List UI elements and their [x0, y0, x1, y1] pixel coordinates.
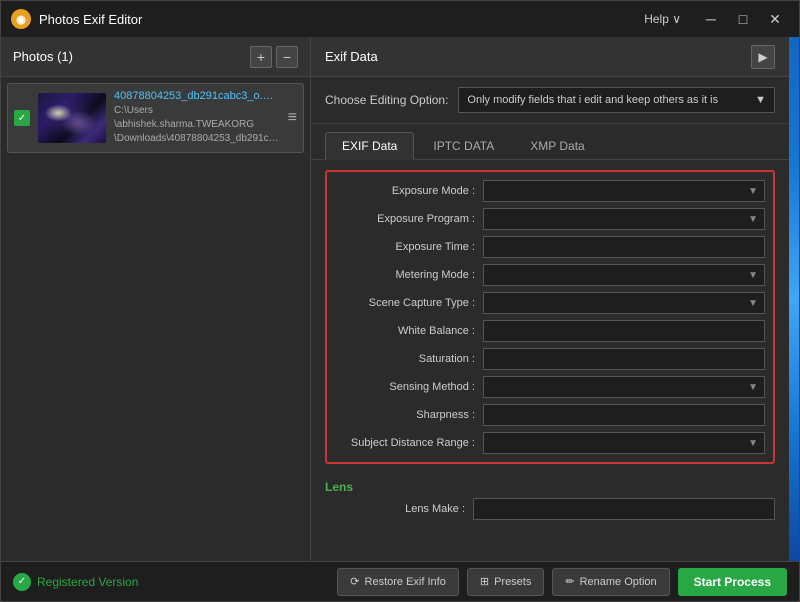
photos-header: Photos (1) + −	[1, 37, 310, 77]
photo-menu-button[interactable]: ≡	[288, 109, 297, 127]
exif-title: Exif Data	[325, 49, 751, 64]
field-label-white-balance: White Balance :	[335, 325, 475, 337]
exif-fields-wrapper: Exposure Mode : ▼ Exposure Program : ▼	[311, 160, 789, 561]
minimize-button[interactable]: ─	[697, 8, 725, 30]
field-input-subject-distance[interactable]: ▼	[483, 432, 765, 454]
presets-icon: ⊞	[480, 575, 489, 588]
photo-thumbnail	[38, 93, 106, 143]
right-edge-decoration	[789, 37, 799, 561]
field-input-exposure-time[interactable]	[483, 236, 765, 258]
field-input-sensing-method[interactable]: ▼	[483, 376, 765, 398]
restore-exif-button[interactable]: ⟳ Restore Exif Info	[337, 568, 459, 596]
photo-info: 40878804253_db291cabc3_o.png C:\Users \a…	[114, 90, 280, 146]
start-process-button[interactable]: Start Process	[678, 568, 787, 596]
field-row-metering-mode: Metering Mode : ▼	[335, 264, 765, 286]
lens-section-label: Lens	[325, 474, 775, 498]
restore-label: Restore Exif Info	[365, 576, 446, 588]
tabs-row: EXIF Data IPTC DATA XMP Data	[311, 124, 789, 160]
editing-option-value: Only modify fields that i edit and keep …	[467, 94, 718, 106]
registered-badge: ✓ Registered Version	[13, 573, 138, 591]
rename-label: Rename Option	[580, 576, 657, 588]
presets-label: Presets	[494, 576, 531, 588]
lens-field-input-make[interactable]	[473, 498, 775, 520]
field-input-scene-capture[interactable]: ▼	[483, 292, 765, 314]
tab-exif-data[interactable]: EXIF Data	[325, 132, 414, 160]
photos-list: ✓ 40878804253_db291cabc3_o.png C:\Users …	[1, 77, 310, 561]
close-button[interactable]: ✕	[761, 8, 789, 30]
maximize-button[interactable]: □	[729, 8, 757, 30]
field-label-scene-capture: Scene Capture Type :	[335, 297, 475, 309]
field-row-saturation: Saturation :	[335, 348, 765, 370]
field-input-exposure-mode[interactable]: ▼	[483, 180, 765, 202]
editing-option-arrow: ▼	[755, 94, 766, 106]
photos-panel: Photos (1) + − ✓ 40878804253_db291cabc3_…	[1, 37, 311, 561]
exif-nav-button[interactable]: ▶	[751, 45, 775, 69]
add-photo-button[interactable]: +	[250, 46, 272, 68]
exif-header: Exif Data ▶	[311, 37, 789, 77]
field-row-sensing-method: Sensing Method : ▼	[335, 376, 765, 398]
lens-field-label-make: Lens Make :	[325, 503, 465, 515]
app-title: Photos Exif Editor	[39, 12, 644, 27]
editing-option-row: Choose Editing Option: Only modify field…	[311, 77, 789, 124]
field-row-white-balance: White Balance :	[335, 320, 765, 342]
presets-button[interactable]: ⊞ Presets	[467, 568, 545, 596]
help-button[interactable]: Help ∨	[644, 12, 681, 26]
field-label-exposure-mode: Exposure Mode :	[335, 185, 475, 197]
field-label-sensing-method: Sensing Method :	[335, 381, 475, 393]
photo-path-2: \abhishek.sharma.TWEAKORG	[114, 118, 280, 132]
dropdown-arrow-sensing-method: ▼	[748, 382, 758, 393]
tab-iptc-data[interactable]: IPTC DATA	[416, 132, 511, 159]
registered-icon: ✓	[13, 573, 31, 591]
photo-filename: 40878804253_db291cabc3_o.png	[114, 90, 280, 102]
photos-title: Photos (1)	[13, 49, 246, 64]
start-label: Start Process	[694, 575, 771, 589]
tab-xmp-data[interactable]: XMP Data	[513, 132, 601, 159]
restore-icon: ⟳	[350, 575, 359, 588]
field-input-white-balance[interactable]	[483, 320, 765, 342]
field-row-exposure-program: Exposure Program : ▼	[335, 208, 765, 230]
rename-option-button[interactable]: ✏ Rename Option	[552, 568, 669, 596]
photo-path-3: \Downloads\40878804253_db291ca...	[114, 132, 280, 146]
title-bar: ◉ Photos Exif Editor Help ∨ ─ □ ✕	[1, 1, 799, 37]
dropdown-arrow-subject-distance: ▼	[748, 438, 758, 449]
field-label-sharpness: Sharpness :	[335, 409, 475, 421]
dropdown-arrow-exposure-mode: ▼	[748, 186, 758, 197]
photo-checkbox[interactable]: ✓	[14, 110, 30, 126]
editing-option-label: Choose Editing Option:	[325, 93, 448, 107]
field-input-saturation[interactable]	[483, 348, 765, 370]
field-label-saturation: Saturation :	[335, 353, 475, 365]
fields-group: Exposure Mode : ▼ Exposure Program : ▼	[325, 170, 775, 464]
lens-section: Lens Lens Make :	[325, 474, 775, 520]
photo-path-1: C:\Users	[114, 104, 280, 118]
window-controls: Help ∨ ─ □ ✕	[644, 8, 789, 30]
rename-icon: ✏	[565, 575, 574, 588]
field-label-subject-distance: Subject Distance Range :	[335, 437, 475, 449]
dropdown-arrow-exposure-program: ▼	[748, 214, 758, 225]
field-label-exposure-time: Exposure Time :	[335, 241, 475, 253]
field-row-scene-capture: Scene Capture Type : ▼	[335, 292, 765, 314]
field-input-metering-mode[interactable]: ▼	[483, 264, 765, 286]
field-label-metering-mode: Metering Mode :	[335, 269, 475, 281]
editing-option-select[interactable]: Only modify fields that i edit and keep …	[458, 87, 775, 113]
field-row-exposure-time: Exposure Time :	[335, 236, 765, 258]
app-icon: ◉	[11, 9, 31, 29]
photo-item[interactable]: ✓ 40878804253_db291cabc3_o.png C:\Users …	[7, 83, 304, 153]
dropdown-arrow-metering-mode: ▼	[748, 270, 758, 281]
field-input-exposure-program[interactable]: ▼	[483, 208, 765, 230]
field-row-subject-distance: Subject Distance Range : ▼	[335, 432, 765, 454]
field-label-exposure-program: Exposure Program :	[335, 213, 475, 225]
field-row-sharpness: Sharpness :	[335, 404, 765, 426]
remove-photo-button[interactable]: −	[276, 46, 298, 68]
lens-field-row-make: Lens Make :	[325, 498, 775, 520]
exif-panel: Exif Data ▶ Choose Editing Option: Only …	[311, 37, 789, 561]
status-bar: ✓ Registered Version ⟳ Restore Exif Info…	[1, 561, 799, 601]
registered-label: Registered Version	[37, 575, 138, 589]
dropdown-arrow-scene-capture: ▼	[748, 298, 758, 309]
field-row-exposure-mode: Exposure Mode : ▼	[335, 180, 765, 202]
main-content: Photos (1) + − ✓ 40878804253_db291cabc3_…	[1, 37, 799, 561]
field-input-sharpness[interactable]	[483, 404, 765, 426]
